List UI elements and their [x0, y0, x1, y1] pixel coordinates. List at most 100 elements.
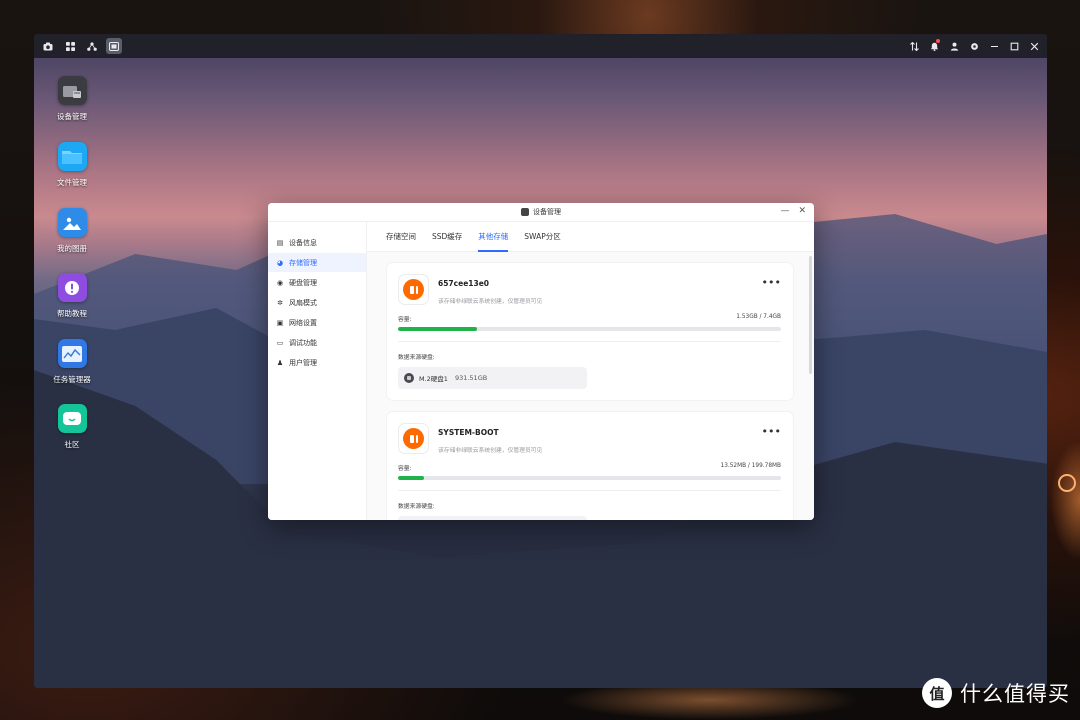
taskbar-right [907, 38, 1041, 54]
device-manager-window: 设备管理 — ✕ ▤ 设备信息 ◕ 存储管理 ◉ 硬盘管理 ✲ 风扇模式 ▣ 网… [268, 203, 814, 520]
share-nodes-icon[interactable] [84, 38, 100, 54]
desktop-app-task-manager[interactable]: 任务管理器 [34, 339, 110, 385]
window-body: ▤ 设备信息 ◕ 存储管理 ◉ 硬盘管理 ✲ 风扇模式 ▣ 网络设置 ▭ 调试功… [268, 222, 814, 520]
info-icon: ▤ [276, 238, 284, 247]
maximize-icon[interactable] [1007, 38, 1021, 54]
storage-description: 该存储非绿联云系统创建，仅管理员可见 [438, 299, 543, 305]
taskbar [34, 34, 1047, 58]
desktop-app-label: 文件管理 [57, 178, 87, 187]
source-disk-chip[interactable] [398, 516, 587, 520]
card-header: SYSTEM-BOOT 该存储非绿联云系统创建，仅管理员可见 [398, 423, 781, 454]
photo-album-icon [57, 208, 87, 237]
app-icon [521, 208, 529, 216]
sidebar-item-label: 用户管理 [289, 358, 317, 367]
task-manager-icon [57, 339, 87, 368]
capacity-progress-bar [398, 476, 781, 480]
desktop-app-label: 社区 [64, 440, 80, 449]
sidebar-item-users[interactable]: ♟ 用户管理 [268, 353, 366, 372]
camera-icon[interactable] [40, 38, 56, 54]
tab-ssd-cache[interactable]: SSD缓存 [432, 222, 462, 252]
sidebar-item-fan[interactable]: ✲ 风扇模式 [268, 293, 366, 312]
hard-disk-icon [404, 373, 414, 383]
storage-card: ••• SYSTEM-BOOT 该存储非绿联云系统创建，仅管理员可见 容量: 1… [386, 411, 794, 520]
transfer-icon[interactable] [907, 38, 921, 54]
sidebar: ▤ 设备信息 ◕ 存储管理 ◉ 硬盘管理 ✲ 风扇模式 ▣ 网络设置 ▭ 调试功… [268, 222, 367, 520]
disk-icon: ◉ [276, 278, 284, 287]
sidebar-item-debug[interactable]: ▭ 调试功能 [268, 333, 366, 352]
desktop-app-file-manager[interactable]: 文件管理 [34, 142, 110, 188]
storage-card: ••• 657cee13e0 该存储非绿联云系统创建，仅管理员可见 容量: 1.… [386, 262, 794, 401]
divider [398, 490, 781, 491]
more-options-icon[interactable]: ••• [762, 277, 781, 288]
device-manager-icon [57, 76, 87, 105]
desktop-app-photo-album[interactable]: 我的图册 [34, 208, 110, 254]
window-title-bar[interactable]: 设备管理 — ✕ [268, 203, 814, 222]
more-options-icon[interactable]: ••• [762, 426, 781, 437]
sidebar-item-label: 调试功能 [289, 338, 317, 347]
background-glow [1050, 440, 1080, 560]
debug-icon: ▭ [276, 338, 284, 347]
sidebar-item-label: 硬盘管理 [289, 278, 317, 287]
notification-bell-icon[interactable] [927, 38, 941, 54]
sidebar-item-disk[interactable]: ◉ 硬盘管理 [268, 273, 366, 292]
watermark-text: 什么值得买 [960, 682, 1070, 706]
capacity-value: 1.53GB / 7.4GB [736, 314, 781, 320]
storage-disk-icon [398, 274, 429, 305]
capacity-label: 容量: [398, 317, 412, 323]
desktop-app-device-manager[interactable]: 设备管理 [34, 76, 110, 122]
window-minimize-icon[interactable]: — [780, 206, 789, 216]
source-disk-size: 931.51GB [454, 374, 488, 382]
desktop-app-label: 帮助教程 [57, 309, 87, 318]
apps-grid-icon[interactable] [62, 38, 78, 54]
desktop-app-help[interactable]: 帮助教程 [34, 273, 110, 319]
desktop-app-label: 任务管理器 [53, 375, 91, 384]
window-title-text: 设备管理 [533, 208, 561, 216]
sidebar-item-label: 存储管理 [289, 258, 317, 267]
window-close-icon[interactable]: ✕ [798, 206, 806, 216]
card-header: 657cee13e0 该存储非绿联云系统创建，仅管理员可见 [398, 274, 781, 305]
capacity-row: 容量: 1.53GB / 7.4GB [398, 314, 781, 323]
tab-other-storage[interactable]: 其他存储 [478, 222, 509, 252]
sidebar-item-storage[interactable]: ◕ 存储管理 [268, 253, 366, 272]
watermark-logo: 值 [922, 678, 952, 708]
sidebar-item-label: 网络设置 [289, 318, 317, 327]
capacity-progress-fill [398, 476, 425, 480]
watermark: 值 什么值得买 [922, 678, 1070, 708]
window-manager-icon[interactable] [106, 38, 122, 54]
divider [398, 341, 781, 342]
close-icon[interactable] [1027, 38, 1041, 54]
user-icon[interactable] [947, 38, 961, 54]
storage-description: 该存储非绿联云系统创建，仅管理员可见 [438, 448, 543, 454]
capacity-progress-fill [398, 327, 478, 331]
sidebar-item-label: 设备信息 [289, 238, 317, 247]
taskbar-left [40, 38, 122, 54]
folder-icon [57, 142, 87, 171]
storage-list: ••• 657cee13e0 该存储非绿联云系统创建，仅管理员可见 容量: 1.… [367, 252, 814, 520]
sidebar-item-device-info[interactable]: ▤ 设备信息 [268, 233, 366, 252]
community-icon [57, 404, 87, 433]
minimize-icon[interactable] [987, 38, 1001, 54]
help-icon [57, 273, 87, 302]
desktop-app-label: 我的图册 [57, 244, 87, 253]
storage-disk-icon [398, 423, 429, 454]
source-disk-chip[interactable]: M.2硬盘1 931.51GB [398, 367, 587, 389]
tab-storage-space[interactable]: 存储空间 [386, 222, 416, 252]
capacity-label: 容量: [398, 466, 412, 472]
settings-icon[interactable] [967, 38, 981, 54]
desktop-app-community[interactable]: 社区 [34, 404, 110, 450]
storage-name: SYSTEM-BOOT [438, 428, 499, 437]
window-controls: — ✕ [780, 206, 806, 216]
hud-ring-icon [1058, 474, 1076, 492]
source-disk-label: 数据来源硬盘: [398, 504, 435, 510]
storage-icon: ◕ [276, 258, 284, 267]
tab-swap-partition[interactable]: SWAP分区 [524, 222, 560, 252]
sidebar-item-network[interactable]: ▣ 网络设置 [268, 313, 366, 332]
sidebar-item-label: 风扇模式 [289, 298, 317, 307]
source-disk-name: M.2硬盘1 [419, 375, 448, 383]
main-content: 存储空间 SSD缓存 其他存储 SWAP分区 ••• 657cee13e0 该存… [367, 222, 814, 520]
tab-bar: 存储空间 SSD缓存 其他存储 SWAP分区 [367, 222, 814, 252]
source-disk-label: 数据来源硬盘: [398, 355, 435, 361]
window-title: 设备管理 [521, 207, 561, 217]
capacity-progress-bar [398, 327, 781, 331]
capacity-row: 容量: 13.52MB / 199.78MB [398, 463, 781, 472]
